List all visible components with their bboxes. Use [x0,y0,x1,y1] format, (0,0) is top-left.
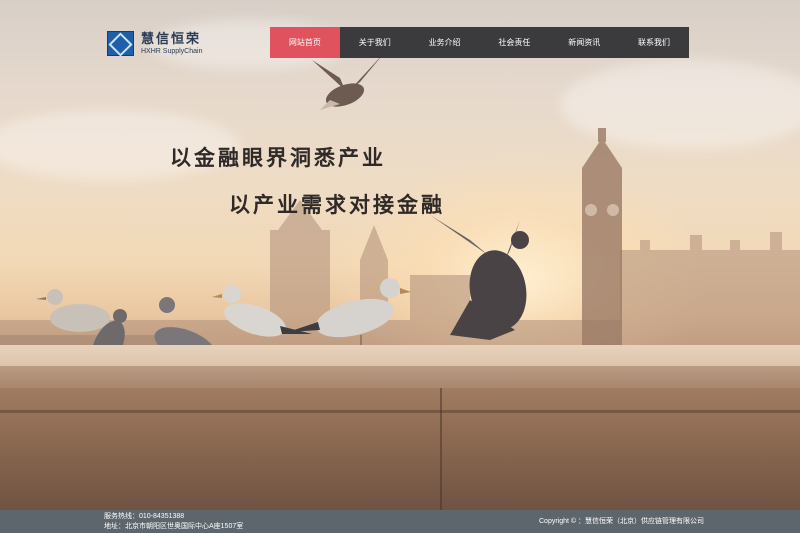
bird [312,52,385,110]
site-logo[interactable]: 慧信恒荣 HXHR SupplyChain [107,31,202,56]
logo-text: 慧信恒荣 HXHR SupplyChain [141,30,203,56]
logo-icon [107,31,134,56]
hero-slogan-line2: 以产业需求对接金融 [229,192,445,217]
logo-name-en: HXHR SupplyChain [141,47,203,55]
nav-item-responsibility[interactable]: 社会责任 [479,27,549,58]
ledge-top [0,366,800,388]
ledge-groove [0,410,800,413]
nav-item-home[interactable]: 网站首页 [270,27,340,58]
hero-slogan-line1: 以金融眼界洞悉产业 [170,145,386,170]
ledge-wall [0,388,800,510]
footer-address: 地址：北京市朝阳区世奥国际中心A座1507室 [104,522,244,530]
logo-name-cn: 慧信恒荣 [141,30,202,46]
ledge-joint [440,388,442,510]
footer-contact: 服务热线：010-84351388 地址：北京市朝阳区世奥国际中心A座1507室 [104,512,243,531]
nav-item-contact[interactable]: 联系我们 [619,27,689,58]
footer-copyright: Copyright © ：慧信恒荣（北京）供应链管理有限公司 [539,518,705,525]
footer-hotline: 服务热线：010-84351388 [104,513,185,520]
site-footer: 服务热线：010-84351388 地址：北京市朝阳区世奥国际中心A座1507室… [0,510,800,533]
nav-item-about[interactable]: 关于我们 [340,27,410,58]
main-nav: 网站首页 关于我们 业务介绍 社会责任 新闻资讯 联系我们 [270,27,689,58]
nav-item-news[interactable]: 新闻资讯 [549,27,619,58]
nav-item-business[interactable]: 业务介绍 [410,27,480,58]
hero-banner [0,0,800,510]
